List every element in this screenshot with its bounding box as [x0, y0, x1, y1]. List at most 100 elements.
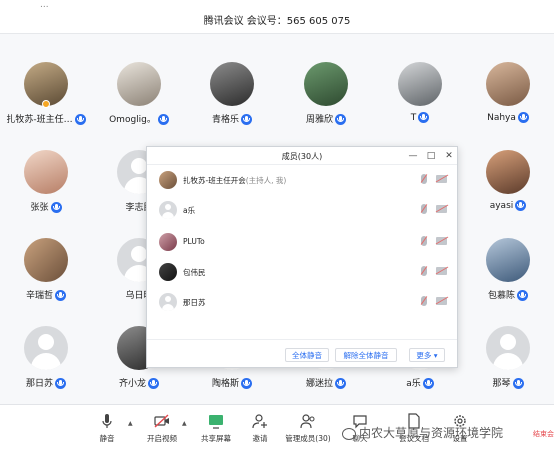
- screen-share-icon: [209, 415, 223, 429]
- member-row[interactable]: 包伟民: [147, 257, 459, 287]
- participant-name-line: 辛瑞哲: [0, 288, 92, 301]
- member-row[interactable]: 扎牧苏-班主任开会(主持人, 我): [147, 165, 459, 195]
- microphone-icon: [50, 202, 62, 213]
- microphone-muted-icon[interactable]: [421, 204, 427, 214]
- member-row[interactable]: PLUTo: [147, 227, 459, 257]
- camera-off-icon[interactable]: [436, 267, 447, 275]
- member-name: PLUTo: [183, 237, 205, 246]
- participant-tile[interactable]: Omoglig。: [93, 62, 185, 142]
- participant-name: Omoglig。: [109, 115, 156, 125]
- participant-tile[interactable]: 包慕陈: [462, 238, 554, 318]
- mute-button[interactable]: 静音: [79, 413, 135, 444]
- manage-members-label: 管理成员(30): [285, 434, 331, 443]
- avatar: [210, 62, 254, 106]
- member-name-line: 扎牧苏-班主任开会(主持人, 我): [183, 175, 286, 186]
- participant-name-line: 陶格斯: [186, 376, 278, 389]
- camera-off-icon[interactable]: [436, 175, 447, 183]
- avatar: [117, 62, 161, 106]
- participant-tile[interactable]: 那琴: [462, 326, 554, 406]
- members-icon: [300, 414, 315, 429]
- start-video-button[interactable]: 开启视频: [134, 413, 190, 444]
- participant-name-line: 那日苏: [0, 376, 92, 389]
- avatar: [159, 293, 177, 311]
- participant-tile[interactable]: 周雅欣: [280, 62, 372, 142]
- microphone-icon: [241, 114, 252, 125]
- participant-tile[interactable]: 张张: [0, 150, 92, 230]
- member-row[interactable]: a乐: [147, 195, 459, 225]
- minimize-button[interactable]: —: [407, 150, 419, 162]
- camera-off-icon[interactable]: [436, 297, 447, 305]
- start-video-label: 开启视频: [147, 434, 177, 443]
- maximize-button[interactable]: □: [425, 150, 437, 162]
- app-name-fragment: ...: [40, 0, 49, 10]
- microphone-icon: [335, 114, 346, 125]
- member-name: 那日苏: [183, 298, 206, 307]
- more-button[interactable]: 更多 ▾: [409, 348, 445, 362]
- participant-tile[interactable]: Nahya: [462, 62, 554, 142]
- participant-name: 辛瑞哲: [25, 291, 53, 301]
- participant-name: 那日苏: [25, 379, 53, 389]
- avatar: [486, 326, 530, 370]
- avatar: [24, 326, 68, 370]
- participant-name: 扎牧苏-班主任…: [6, 115, 73, 125]
- member-name: 扎牧苏-班主任开会: [183, 176, 246, 185]
- microphone-icon: [55, 378, 66, 389]
- participant-tile[interactable]: 辛瑞哲: [0, 238, 92, 318]
- participant-name-line: 那琴: [462, 376, 554, 389]
- participant-tile[interactable]: 青格乐: [186, 62, 278, 142]
- microphone-icon: [55, 290, 66, 301]
- microphone-icon: [517, 112, 529, 123]
- member-row[interactable]: 那日苏: [147, 287, 459, 317]
- microphone-muted-icon[interactable]: [421, 174, 427, 184]
- camera-off-icon: [154, 414, 169, 428]
- participant-name: 青格乐: [211, 115, 239, 125]
- microphone-muted-icon[interactable]: [421, 266, 427, 276]
- avatar: [304, 62, 348, 106]
- participant-name-line: ayasi: [462, 200, 554, 211]
- meeting-title: 腾讯会议 会议号：565 605 075: [203, 16, 351, 27]
- participant-name-line: 青格乐: [186, 112, 278, 125]
- participant-name-line: 齐小龙: [93, 376, 185, 389]
- end-meeting-button[interactable]: 结束会: [526, 425, 554, 443]
- participant-name-line: 周雅欣: [280, 112, 372, 125]
- avatar: [486, 238, 530, 282]
- mute-all-button[interactable]: 全体静音: [285, 348, 329, 362]
- member-name: 包伟民: [183, 268, 206, 277]
- microphone-icon: [241, 378, 252, 389]
- microphone-muted-icon[interactable]: [421, 296, 427, 306]
- chevron-up-icon[interactable]: ▲: [128, 420, 133, 427]
- wechat-logo-icon: [342, 427, 356, 440]
- participant-name-line: a乐: [374, 376, 466, 389]
- members-panel-header: 成员(30人) — □ ✕: [147, 147, 457, 165]
- participant-name: a乐: [406, 379, 421, 389]
- avatar: [159, 233, 177, 251]
- title-bar: ... 腾讯会议 会议号：565 605 075: [0, 0, 554, 34]
- participant-name: 陶格斯: [211, 379, 239, 389]
- chevron-up-icon[interactable]: ▲: [182, 420, 187, 427]
- participant-tile[interactable]: 那日苏: [0, 326, 92, 406]
- camera-off-icon[interactable]: [436, 237, 447, 245]
- avatar: [159, 201, 177, 219]
- participant-name-line: 包慕陈: [462, 288, 554, 301]
- participant-name-line: T: [374, 112, 466, 123]
- microphone-icon: [418, 112, 430, 123]
- host-badge-icon: [42, 100, 50, 108]
- avatar: [159, 263, 177, 281]
- participant-tile[interactable]: T: [374, 62, 466, 142]
- close-button[interactable]: ✕: [443, 150, 455, 162]
- members-panel: 成员(30人) — □ ✕ 扎牧苏-班主任开会(主持人, 我) a乐 PLUTo…: [146, 146, 458, 368]
- participant-name-line: 张张: [0, 200, 92, 213]
- microphone-icon: [157, 114, 169, 125]
- participant-tile[interactable]: 扎牧苏-班主任…: [0, 62, 92, 142]
- participant-tile[interactable]: ayasi: [462, 150, 554, 230]
- camera-off-icon[interactable]: [436, 205, 447, 213]
- microphone-muted-icon[interactable]: [421, 236, 427, 246]
- watermark: 内农大草原与资源环境学院: [342, 424, 503, 441]
- unmute-all-button[interactable]: 解除全体静音: [335, 348, 397, 362]
- participant-name-line: 娜迷拉: [280, 376, 372, 389]
- manage-members-button[interactable]: 管理成员(30): [280, 413, 336, 444]
- participant-name: 周雅欣: [305, 115, 333, 125]
- participant-name: 娜迷拉: [305, 379, 333, 389]
- microphone-icon: [74, 114, 86, 125]
- invite-icon: [252, 414, 267, 429]
